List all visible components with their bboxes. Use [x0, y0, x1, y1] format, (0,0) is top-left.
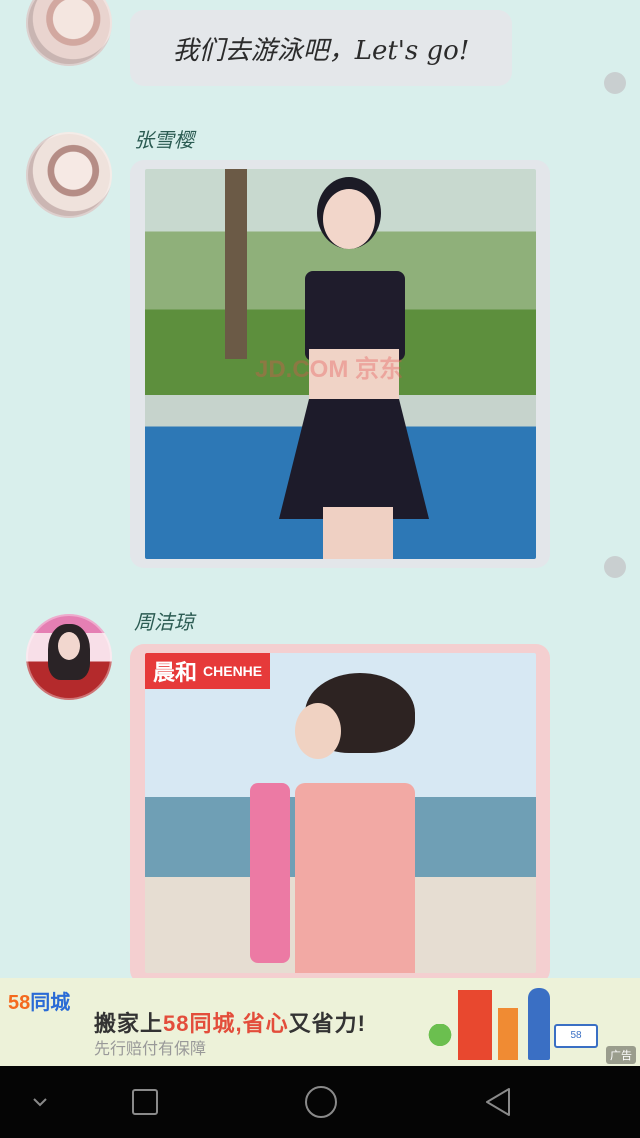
palm-tree — [225, 169, 247, 359]
home-button[interactable] — [281, 1066, 361, 1138]
ad-subline: 先行赔付有保障 — [94, 1041, 207, 1058]
read-status-dot — [604, 556, 626, 578]
collapse-button[interactable] — [0, 1066, 80, 1138]
circle-icon — [305, 1086, 337, 1118]
image-message-bubble[interactable]: JD.COM 京东 — [130, 160, 550, 568]
avatar[interactable] — [26, 614, 112, 700]
ad-headline: 搬家上58同城,省心又省力! — [94, 1006, 366, 1038]
brand-logo-cn: 晨和 — [153, 660, 198, 685]
message-bubble[interactable]: 我们去游泳吧，Let's go! — [130, 10, 512, 86]
ad-brand-number: 58 — [8, 992, 31, 1014]
triangle-back-icon — [486, 1088, 510, 1116]
plant-icon — [428, 1024, 452, 1060]
read-status-dot — [604, 72, 626, 94]
recents-button[interactable] — [105, 1066, 185, 1138]
ad-headline-post: 又省力! — [288, 1011, 366, 1036]
watermark: JD.COM 京东 — [255, 356, 404, 383]
chat-view[interactable]: 我们去游泳吧，Let's go! 张雪樱 JD.COM 京东 周洁琼 晨和 CH… — [0, 0, 640, 978]
ad-banner[interactable]: 58同城 搬家上58同城,省心又省力! 先行赔付有保障 58 广告 — [0, 978, 640, 1066]
swimsuit-photo[interactable]: 晨和 CHENHE — [145, 653, 536, 973]
avatar[interactable] — [26, 0, 112, 66]
avatar[interactable] — [26, 132, 112, 218]
ad-label[interactable]: 广告 — [606, 1046, 636, 1064]
sender-name: 周洁琼 — [134, 610, 194, 634]
cabinet-icon — [458, 990, 492, 1060]
ad-headline-pre: 搬家上 — [94, 1011, 164, 1036]
chevron-down-icon — [33, 1098, 47, 1107]
ad-brand-logo: 58同城 — [8, 986, 70, 1015]
truck-icon: 58 — [554, 1024, 598, 1048]
back-button[interactable] — [458, 1066, 538, 1138]
message-text: 我们去游泳吧，Let's go! — [172, 35, 470, 66]
mover-icon — [528, 988, 550, 1060]
swimsuit-photo[interactable]: JD.COM 京东 — [145, 169, 536, 559]
sender-name: 张雪樱 — [134, 128, 194, 152]
ad-headline-mid: 省心 — [242, 1011, 289, 1036]
square-icon — [132, 1089, 158, 1115]
ad-illustration: 58 — [428, 984, 624, 1060]
brand-logo: 晨和 CHENHE — [145, 653, 271, 689]
brand-logo-en: CHENHE — [203, 663, 263, 679]
box-icon — [498, 1008, 518, 1060]
model-figure — [250, 673, 475, 973]
ad-brand-text: 同城 — [30, 992, 71, 1014]
image-message-bubble[interactable]: 晨和 CHENHE — [130, 644, 550, 978]
navigation-bar — [0, 1066, 640, 1138]
ad-headline-brand: 58同城, — [163, 1011, 243, 1036]
